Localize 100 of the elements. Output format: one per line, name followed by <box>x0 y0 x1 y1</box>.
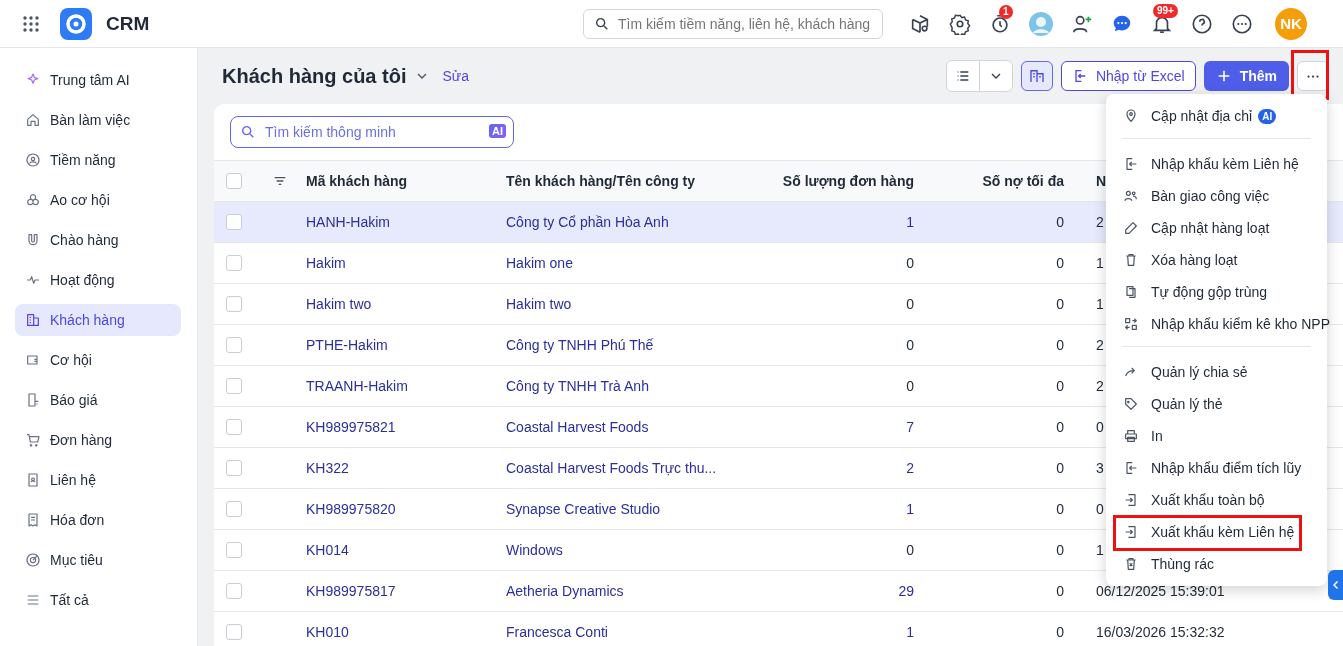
menu-item[interactable]: Xuất khẩu kèm Liên hệ <box>1106 516 1327 548</box>
row-checkbox[interactable] <box>226 214 242 230</box>
app-title: CRM <box>106 12 150 35</box>
help-icon[interactable] <box>1191 12 1213 35</box>
table-cell-text: 2 <box>905 460 914 476</box>
customer-code-link[interactable]: Hakim <box>306 255 506 271</box>
customer-name-link[interactable]: Windows <box>506 542 736 558</box>
table-cell: 2 <box>1096 337 1104 353</box>
menu-item[interactable]: Cập nhật hàng loạt <box>1106 212 1327 244</box>
customer-name-link[interactable]: Công ty TNHH Trà Anh <box>506 378 736 394</box>
global-search-field[interactable]: Tìm kiếm tiềm năng, liên hệ, khách hàng <box>583 8 883 39</box>
customer-code-link[interactable]: TRAANH-Hakim <box>306 378 506 394</box>
menu-item[interactable]: Xuất khẩu toàn bộ <box>1106 484 1327 516</box>
row-checkbox[interactable] <box>226 337 242 353</box>
select-all-checkbox[interactable] <box>226 173 242 189</box>
row-checkbox[interactable] <box>226 296 242 312</box>
building-icon <box>1027 67 1046 85</box>
menu-icon <box>25 592 41 608</box>
column-header[interactable]: Mã khách hàng <box>306 173 506 189</box>
menu-item[interactable]: Nhập khẩu điểm tích lũy <box>1106 452 1327 484</box>
row-checkbox[interactable] <box>226 583 242 599</box>
customer-code-link[interactable]: KH989975817 <box>306 583 506 599</box>
import-icon <box>1123 156 1139 172</box>
customer-name-link[interactable]: Coastal Harvest Foods Trực thu... <box>506 460 736 476</box>
table-cell-text: 0 <box>905 378 914 394</box>
import-icon <box>1123 460 1139 476</box>
table-cell-text: 0 <box>1055 337 1064 353</box>
customer-code-link[interactable]: KH989975821 <box>306 419 506 435</box>
customer-name-link[interactable]: Synapse Creative Studio <box>506 501 736 517</box>
row-checkbox[interactable] <box>226 255 242 271</box>
table-cell-text: 0 <box>1055 624 1064 640</box>
sidebar-item[interactable]: Cơ hội <box>15 344 181 376</box>
customer-name-link[interactable]: Coastal Harvest Foods <box>506 419 736 435</box>
menu-item[interactable]: Xóa hàng loạt <box>1106 244 1327 276</box>
sidebar-item[interactable]: Ao cơ hội <box>15 184 181 216</box>
printer-icon <box>1123 428 1139 444</box>
sidebar-item[interactable]: Bàn làm việc <box>15 104 181 136</box>
row-checkbox[interactable] <box>226 460 242 476</box>
customer-code-link[interactable]: HANH-Hakim <box>306 214 506 230</box>
menu-item[interactable]: Cập nhật địa chỉ AI <box>1106 100 1327 132</box>
row-checkbox[interactable] <box>226 542 242 558</box>
menu-item[interactable]: Bàn giao công việc <box>1106 180 1327 212</box>
view-switcher[interactable] <box>945 60 1013 92</box>
row-checkbox[interactable] <box>226 501 242 517</box>
column-header[interactable]: Số nợ tối đa <box>914 173 1064 189</box>
column-header[interactable]: Số lượng đơn hàng <box>736 173 914 189</box>
row-checkbox[interactable] <box>226 378 242 394</box>
sidebar-item[interactable]: Chào hàng <box>15 224 181 256</box>
row-checkbox[interactable] <box>226 419 242 435</box>
sidebar-item[interactable]: Đơn hàng <box>15 424 181 456</box>
customer-code-link[interactable]: KH989975820 <box>306 501 506 517</box>
customer-code-link[interactable]: KH322 <box>306 460 506 476</box>
bin-icon <box>1123 556 1139 572</box>
edit-link[interactable]: Sửa <box>442 68 469 84</box>
cube-search-icon[interactable] <box>909 12 931 35</box>
customer-code-link[interactable]: Hakim two <box>306 296 506 312</box>
menu-item[interactable]: Quản lý thẻ <box>1106 388 1327 420</box>
sidebar-item[interactable]: Hóa đơn <box>15 504 181 536</box>
import-excel-button[interactable]: Nhập từ Excel <box>1060 61 1196 91</box>
sidebar-item[interactable]: Mục tiêu <box>15 544 181 576</box>
row-checkbox[interactable] <box>226 624 242 640</box>
collapse-handle[interactable] <box>1328 570 1343 600</box>
menu-item[interactable]: Nhập khẩu kèm Liên hệ <box>1106 148 1327 180</box>
sidebar-item[interactable]: Liên hệ <box>15 464 181 496</box>
receipt-icon <box>25 512 41 528</box>
apps-grid-icon[interactable] <box>22 14 40 33</box>
sidebar-item[interactable]: Báo giá <box>15 384 181 416</box>
customer-name-link[interactable]: Hakim two <box>506 296 736 312</box>
settings-icon[interactable] <box>949 12 971 35</box>
logo-icon <box>60 7 92 40</box>
menu-item[interactable]: In <box>1106 420 1327 452</box>
menu-item[interactable]: Thùng rác <box>1106 548 1327 580</box>
tag-icon <box>1123 396 1139 412</box>
column-header[interactable]: N <box>1096 173 1107 189</box>
table-cell: 1 <box>1096 296 1104 312</box>
more-icon <box>1307 74 1319 78</box>
table-cell: 1 <box>1096 542 1104 558</box>
more-button[interactable] <box>1297 61 1329 91</box>
customer-name-link[interactable]: Francesca Conti <box>506 624 736 640</box>
customer-code-link[interactable]: PTHE-Hakim <box>306 337 506 353</box>
sidebar-item[interactable]: Tiềm năng <box>15 144 181 176</box>
trash-icon <box>1123 252 1139 268</box>
menu-item[interactable]: Quản lý chia sẻ <box>1106 356 1327 388</box>
sidebar-item[interactable]: Hoạt động <box>15 264 181 296</box>
table-cell-text: 0 <box>905 255 914 271</box>
sidebar-item[interactable]: Tất cả <box>15 584 181 616</box>
customer-name-link[interactable]: Aetheria Dynamics <box>506 583 736 599</box>
table-cell-text: 0 <box>905 296 914 312</box>
customer-name-link[interactable]: Hakim one <box>506 255 736 271</box>
column-header[interactable]: Tên khách hàng/Tên công ty <box>506 173 736 189</box>
company-view-button[interactable] <box>1020 61 1053 91</box>
add-button[interactable]: Thêm <box>1203 61 1289 91</box>
customer-code-link[interactable]: KH014 <box>306 542 506 558</box>
menu-item[interactable]: Tự động gộp trùng <box>1106 276 1327 308</box>
more-icon[interactable] <box>1231 12 1253 35</box>
sidebar-item[interactable]: Khách hàng <box>15 304 181 336</box>
customer-name-link[interactable]: Công ty Cổ phần Hòa Anh <box>506 214 736 230</box>
customer-code-link[interactable]: KH010 <box>306 624 506 640</box>
sidebar-item[interactable]: Trung tâm AI <box>15 64 181 96</box>
customer-name-link[interactable]: Công ty TNHH Phú Thế <box>506 337 736 353</box>
